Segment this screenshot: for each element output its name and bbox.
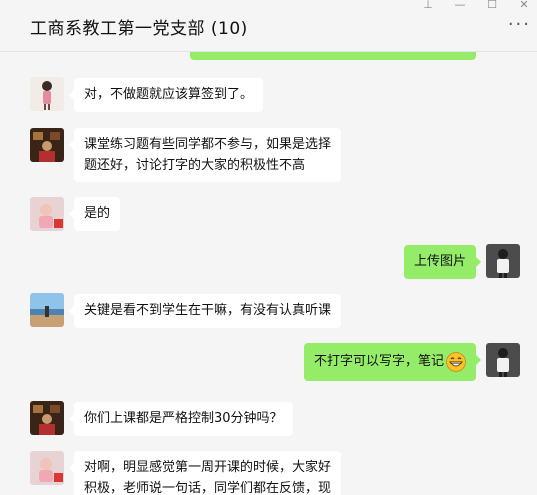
sender-avatar[interactable] [30,293,64,327]
message-bubble[interactable]: 对，不做题就应该算签到了。 [68,78,264,112]
chat-title: 工商系教工第一党支部 (10) [30,19,248,39]
message-text: 不打字可以写字，笔记 [313,354,444,369]
message-bubble[interactable]: 对啊，明显感觉第一周开课的时候，大家好 积极，老师说一句话，同学们都在反馈，现 [68,451,342,495]
message-text-line: 积极，老师说一句话，同学们都在反馈，现 [84,481,332,495]
sender-avatar[interactable] [30,197,64,231]
message-text-line: 题还好，讨论打字的大家的积极性不高 [84,158,306,173]
message-text: 是的 [84,206,111,221]
self-avatar[interactable] [486,244,520,278]
minimize-icon[interactable]: — [453,0,467,12]
chat-area[interactable]: 对，不做题就应该算签到了。 课堂练习题有些同学都不参与，如果是选择 题还好，讨论… [0,0,537,495]
sender-avatar[interactable] [30,128,64,162]
message-text: 上传图片 [413,254,466,269]
self-avatar[interactable] [486,343,520,377]
message-text: 对，不做题就应该算签到了。 [84,87,254,102]
message-text-line: 课堂练习题有些同学都不参与，如果是选择 [84,137,332,152]
message-bubble[interactable]: 关键是看不到学生在干嘛，有没有认真听课 [68,294,342,328]
message-text: 关键是看不到学生在干嘛，有没有认真听课 [84,303,332,318]
maximize-icon[interactable]: ☐ [485,0,499,12]
sender-avatar[interactable] [30,77,64,111]
message-bubble-self[interactable]: 不打字可以写字，笔记 [303,343,482,381]
message-bubble[interactable]: 课堂练习题有些同学都不参与，如果是选择 题还好，讨论打字的大家的积极性不高 [68,128,342,182]
sender-avatar[interactable] [30,401,64,435]
sender-avatar[interactable] [30,451,64,485]
close-icon[interactable]: ✕ [517,0,531,12]
message-bubble[interactable]: 你们上课都是严格控制30分钟吗？ [69,402,293,436]
message-bubble[interactable]: 是的 [68,197,121,231]
message-text-line: 对啊，明显感觉第一周开课的时候，大家好 [84,460,332,475]
message-bubble-self[interactable]: 上传图片 [403,245,482,279]
pin-icon[interactable]: ⊥ [421,0,435,12]
more-options-icon[interactable]: ··· [508,16,531,34]
chat-header: 工商系教工第一党支部 (10) ⊥ — ☐ ✕ ··· [0,0,537,52]
window-controls: ⊥ — ☐ ✕ [421,0,531,12]
grin-emoji-icon [446,351,466,372]
message-text: 你们上课都是严格控制30分钟吗？ [84,411,283,426]
